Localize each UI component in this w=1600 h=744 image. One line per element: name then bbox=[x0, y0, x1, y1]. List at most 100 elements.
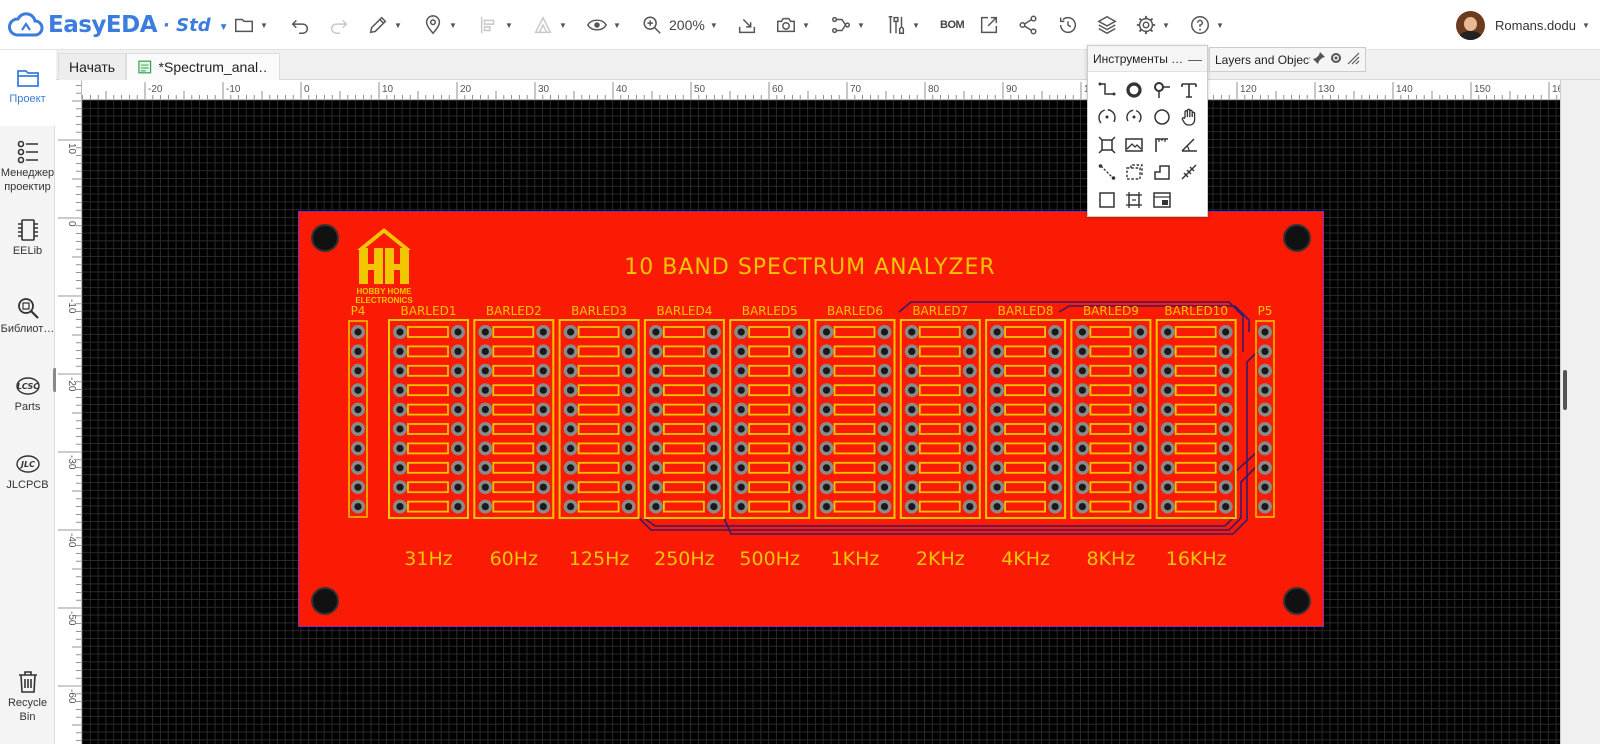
pad-hole bbox=[710, 464, 718, 472]
pad-hole bbox=[710, 444, 718, 452]
help-menu-button[interactable]: ▼ bbox=[1189, 10, 1224, 40]
led-segment bbox=[1004, 345, 1046, 358]
layers-panel-header[interactable]: Layers and Objects bbox=[1209, 47, 1366, 72]
route-menu-button[interactable]: ▼ bbox=[532, 10, 567, 40]
tab-pcb-document[interactable]: *Spectrum_anal… bbox=[126, 53, 280, 80]
zoom-button[interactable]: 200% ▼ bbox=[641, 10, 718, 40]
right-panel-collapse-handle[interactable] bbox=[1563, 370, 1567, 410]
components bbox=[348, 319, 1275, 519]
solid-region-icon[interactable] bbox=[1121, 159, 1149, 187]
vertical-ruler: 10 0 -10 -20 -30 -40 -50 -60 bbox=[56, 80, 82, 744]
export-button[interactable] bbox=[978, 10, 1000, 40]
share-button[interactable] bbox=[1017, 10, 1039, 40]
bom-button[interactable]: BOM bbox=[940, 10, 965, 40]
pad-hole bbox=[625, 367, 633, 375]
settings-menu-button[interactable]: ▼ bbox=[1135, 10, 1170, 40]
pad-hole bbox=[567, 464, 575, 472]
measure-icon[interactable] bbox=[1176, 159, 1204, 187]
place-menu-button[interactable]: ▼ bbox=[422, 10, 457, 40]
copper-icon[interactable] bbox=[1093, 131, 1121, 159]
sidebar-item-recycle-bin[interactable]: Recycle Bin bbox=[0, 668, 55, 728]
arc-icon[interactable] bbox=[1093, 104, 1121, 132]
pad-hole bbox=[966, 347, 974, 355]
pad-hole bbox=[539, 464, 547, 472]
via-icon[interactable] bbox=[1148, 76, 1176, 104]
track-icon[interactable] bbox=[1093, 76, 1121, 104]
sidebar-item-eelib[interactable]: EELib bbox=[0, 216, 55, 266]
view-menu-button[interactable]: ▼ bbox=[586, 10, 621, 40]
led-segment bbox=[1004, 500, 1046, 513]
edit-menu-button[interactable]: ▼ bbox=[367, 10, 402, 40]
pad-hole bbox=[1261, 347, 1269, 355]
gear-icon[interactable] bbox=[1329, 51, 1343, 68]
camera-menu-button[interactable]: ▼ bbox=[775, 10, 810, 40]
sidebar-item-parts[interactable]: LCSC Parts bbox=[0, 372, 55, 422]
led-segment bbox=[1089, 364, 1132, 377]
pcb-board[interactable]: HOBBY HOME ELECTRONICS 10 BAND SPECTRUM … bbox=[298, 211, 1324, 627]
sidebar-item-design-manager[interactable]: Менеджер проектир bbox=[0, 138, 55, 202]
history-button[interactable] bbox=[1057, 10, 1079, 40]
hand-icon[interactable] bbox=[1176, 104, 1204, 132]
pad-hole bbox=[481, 347, 489, 355]
angle-icon[interactable] bbox=[1176, 131, 1204, 159]
circle-icon[interactable] bbox=[1148, 104, 1176, 132]
chevron-down-icon[interactable]: ▼ bbox=[219, 22, 229, 33]
pad-hole bbox=[966, 444, 974, 452]
ruler-tick-label: 150 bbox=[1474, 84, 1491, 95]
pad-hole bbox=[1164, 425, 1172, 433]
import-button[interactable] bbox=[736, 10, 758, 40]
text-icon[interactable] bbox=[1176, 76, 1204, 104]
barled-label: BARLED5 bbox=[742, 304, 798, 318]
undo-button[interactable] bbox=[289, 10, 311, 40]
pad-hole bbox=[1164, 444, 1172, 452]
sidebar-item-jlcpcb[interactable]: JLC JLCPCB bbox=[0, 450, 55, 500]
pad-hole bbox=[1078, 483, 1086, 491]
pad-hole bbox=[354, 464, 362, 472]
polygon-icon[interactable] bbox=[1148, 159, 1176, 187]
file-menu-button[interactable]: ▼ bbox=[233, 10, 268, 40]
pad-hole bbox=[539, 483, 547, 491]
tools-panel-header[interactable]: Инструменты … — bbox=[1088, 46, 1207, 72]
pencil-icon bbox=[369, 16, 387, 34]
image-icon[interactable] bbox=[1121, 131, 1149, 159]
folder-icon bbox=[235, 18, 253, 33]
pad-hole bbox=[567, 503, 575, 511]
led-segment bbox=[748, 423, 791, 435]
layers-panel-title: Layers and Objects bbox=[1215, 52, 1310, 67]
username: Romans.dodu bbox=[1495, 17, 1576, 33]
pad-hole bbox=[795, 503, 803, 511]
pad-hole bbox=[710, 347, 718, 355]
rectangle-icon[interactable] bbox=[1093, 186, 1121, 214]
pin-icon[interactable] bbox=[1312, 51, 1326, 68]
led-segment bbox=[918, 423, 961, 435]
tab-start[interactable]: Начать bbox=[58, 53, 127, 80]
pad-hole bbox=[908, 483, 916, 491]
chip-icon bbox=[17, 219, 38, 241]
align-menu-button[interactable]: ▼ bbox=[478, 10, 513, 40]
tools-menu-button[interactable]: ▼ bbox=[885, 10, 920, 40]
pad-icon[interactable] bbox=[1121, 76, 1149, 104]
pad-hole bbox=[1261, 444, 1269, 452]
pad-hole bbox=[993, 406, 1001, 414]
user-menu[interactable]: Romans.dodu ▼ bbox=[1456, 10, 1590, 40]
resize-grip-icon[interactable] bbox=[1346, 51, 1360, 68]
sidebar-item-project[interactable]: Проект bbox=[0, 50, 55, 126]
redo-button[interactable] bbox=[328, 10, 350, 40]
jlc-logo-icon: JLC bbox=[15, 455, 40, 473]
dimension-icon[interactable] bbox=[1148, 131, 1176, 159]
app-logo[interactable]: EasyEDA · Std ▼ bbox=[8, 9, 229, 41]
undo-icon bbox=[291, 19, 308, 34]
connect-icon[interactable] bbox=[1093, 159, 1121, 187]
canvas-origin-icon[interactable] bbox=[1121, 186, 1149, 214]
layer-panel-icon[interactable] bbox=[1148, 186, 1176, 214]
pad-hole bbox=[1136, 386, 1144, 394]
share-design-menu-button[interactable]: ▼ bbox=[830, 10, 865, 40]
pad-hole bbox=[1078, 444, 1086, 452]
pad-hole bbox=[625, 406, 633, 414]
pad-hole bbox=[354, 386, 362, 394]
sidebar-item-library[interactable]: Библиот… bbox=[0, 294, 55, 344]
layers-button[interactable] bbox=[1096, 10, 1118, 40]
minimize-icon[interactable]: — bbox=[1188, 51, 1202, 67]
lcsc-logo-icon: LCSC bbox=[15, 377, 40, 395]
center-arc-icon[interactable] bbox=[1121, 104, 1149, 132]
